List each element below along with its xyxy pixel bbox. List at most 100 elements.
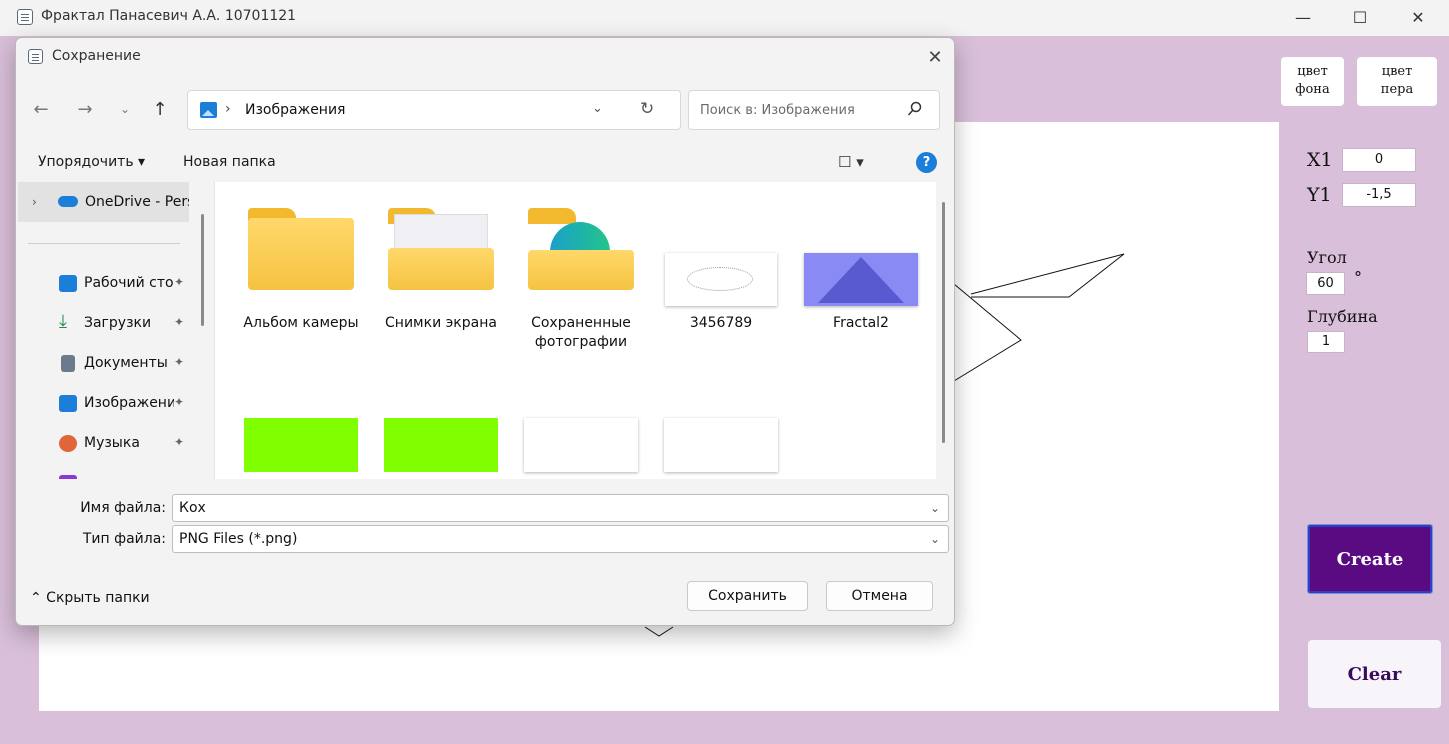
fractal-thumbnail-art bbox=[687, 267, 753, 291]
sidebar-item-downloads[interactable]: ⤓ Загрузки ✦ bbox=[16, 305, 191, 341]
image-thumbnail bbox=[384, 418, 498, 472]
documents-icon bbox=[61, 355, 75, 372]
image-thumbnail bbox=[804, 253, 918, 306]
depth-input[interactable]: 1 bbox=[1307, 331, 1345, 353]
sidebar-item-documents[interactable]: Документы ✦ bbox=[16, 345, 191, 381]
video-icon bbox=[59, 475, 77, 479]
clear-button[interactable]: Clear bbox=[1308, 640, 1441, 708]
fractal-segment-top bbox=[970, 253, 1125, 298]
breadcrumb-separator: › bbox=[225, 101, 231, 117]
app-icon bbox=[17, 9, 33, 25]
sidebar-item-pictures[interactable]: Изображения ✦ bbox=[16, 385, 191, 421]
sidebar-item-label: Изображения bbox=[84, 395, 174, 411]
new-folder-button[interactable]: Новая папка bbox=[183, 154, 276, 170]
back-arrow-icon[interactable]: ← bbox=[28, 96, 54, 122]
file-list-scrollbar[interactable] bbox=[942, 202, 945, 443]
sidebar-item-music[interactable]: Музыка ✦ bbox=[16, 425, 191, 461]
y1-label: Y1 bbox=[1307, 184, 1332, 206]
save-dialog: Сохранение ✕ ← → ⌄ ↑ › Изображения ⌄ ↻ П… bbox=[15, 37, 955, 626]
search-placeholder: Поиск в: Изображения bbox=[700, 103, 855, 118]
filename-row: Имя файла: Кох ⌄ bbox=[16, 494, 954, 524]
filetype-row: Тип файла: PNG Files (*.png) ⌄ bbox=[16, 525, 954, 555]
filename-value: Кох bbox=[179, 500, 206, 516]
expand-chevron-icon[interactable]: › bbox=[32, 195, 37, 209]
degree-sign: ° bbox=[1354, 268, 1362, 287]
image-thumbnail bbox=[524, 418, 638, 472]
pin-icon: ✦ bbox=[174, 395, 185, 409]
pin-icon: ✦ bbox=[174, 355, 185, 369]
x1-input[interactable]: 0 bbox=[1342, 148, 1416, 172]
recent-locations-chevron-icon[interactable]: ⌄ bbox=[112, 96, 138, 122]
pen-color-button[interactable]: цвет пера bbox=[1357, 57, 1437, 106]
filetype-value: PNG Files (*.png) bbox=[179, 531, 298, 547]
file-list: Альбом камеры Снимки экрана Сохраненные … bbox=[214, 182, 936, 479]
search-input[interactable]: Поиск в: Изображения bbox=[688, 90, 940, 130]
file-tile-label: 3456789 bbox=[689, 315, 753, 331]
fractal-segment-right bbox=[953, 283, 1022, 382]
image-tile-fractal2[interactable]: Fractal2 bbox=[792, 182, 930, 362]
organize-menu[interactable]: Упорядочить ▾ bbox=[38, 154, 145, 170]
download-icon: ⤓ bbox=[59, 311, 67, 332]
sidebar-divider bbox=[28, 243, 180, 244]
image-tile-white-1[interactable] bbox=[512, 414, 650, 479]
sidebar-item-label: Загрузки bbox=[84, 315, 152, 331]
file-tile-label: Fractal2 bbox=[833, 315, 889, 331]
navigation-pane: › OneDrive - Personal Рабочий стол ✦ ⤓ З… bbox=[16, 182, 214, 479]
image-thumbnail bbox=[664, 418, 778, 472]
dialog-close-button[interactable]: ✕ bbox=[921, 43, 949, 71]
up-arrow-icon[interactable]: ↑ bbox=[147, 96, 173, 122]
refresh-icon[interactable]: ↻ bbox=[640, 99, 654, 119]
pictures-folder-icon bbox=[200, 102, 217, 118]
sidebar-item-label: OneDrive - Personal bbox=[85, 194, 189, 210]
dialog-title: Сохранение bbox=[52, 48, 141, 64]
sidebar-scrollbar[interactable] bbox=[201, 214, 204, 326]
folder-tile-saved-pictures[interactable]: Сохраненные фотографии bbox=[512, 182, 650, 362]
address-dropdown-icon[interactable]: ⌄ bbox=[592, 101, 603, 116]
image-tile-green-2[interactable] bbox=[372, 414, 510, 479]
image-tile-3456789[interactable]: 3456789 bbox=[652, 182, 790, 362]
filetype-select[interactable]: PNG Files (*.png) ⌄ bbox=[172, 525, 949, 553]
image-tile-white-2[interactable] bbox=[652, 414, 790, 479]
cancel-button[interactable]: Отмена bbox=[826, 581, 933, 611]
angle-label: Угол bbox=[1307, 248, 1347, 267]
forward-arrow-icon[interactable]: → bbox=[72, 96, 98, 122]
file-tile-label: Сохраненные фотографии bbox=[531, 315, 631, 350]
window-title: Фрактал Панасевич А.А. 10701121 bbox=[41, 8, 297, 24]
folder-tile-screenshots[interactable]: Снимки экрана bbox=[372, 182, 510, 362]
sidebar-item-label: Документы bbox=[84, 355, 168, 371]
create-button[interactable]: Create bbox=[1307, 524, 1433, 594]
sierpinski-thumbnail-art bbox=[818, 257, 904, 303]
folder-tile-camera-roll[interactable]: Альбом камеры bbox=[232, 182, 370, 362]
minimize-button[interactable]: — bbox=[1272, 0, 1334, 34]
address-bar[interactable]: › Изображения ⌄ ↻ bbox=[187, 90, 681, 130]
view-options-icon[interactable]: ☐ ▾ bbox=[838, 153, 864, 171]
chevron-down-icon[interactable]: ⌄ bbox=[930, 532, 940, 546]
y1-input[interactable]: -1,5 bbox=[1342, 183, 1416, 207]
onedrive-cloud-icon bbox=[58, 196, 78, 207]
maximize-button[interactable]: ☐ bbox=[1329, 0, 1391, 34]
search-icon bbox=[907, 101, 922, 116]
depth-label: Глубина bbox=[1307, 307, 1378, 326]
fractal-segment-bottom bbox=[644, 626, 674, 637]
sidebar-item-desktop[interactable]: Рабочий стол ✦ bbox=[16, 265, 191, 301]
pin-icon: ✦ bbox=[174, 315, 185, 329]
chevron-down-icon[interactable]: ⌄ bbox=[930, 501, 940, 515]
save-button[interactable]: Сохранить bbox=[687, 581, 808, 611]
dialog-app-icon bbox=[28, 49, 43, 64]
sidebar-item-onedrive[interactable]: › OneDrive - Personal bbox=[18, 182, 189, 222]
desktop-icon bbox=[59, 275, 77, 292]
breadcrumb-pictures[interactable]: Изображения bbox=[245, 102, 345, 118]
dialog-toolbar: Упорядочить ▾ Новая папка ☐ ▾ ? bbox=[16, 144, 954, 180]
sidebar-item-label: Музыка bbox=[84, 435, 140, 451]
sidebar-item-video[interactable] bbox=[16, 465, 191, 479]
bg-color-button[interactable]: цвет фона bbox=[1281, 57, 1344, 106]
image-tile-green-1[interactable] bbox=[232, 414, 370, 479]
hide-folders-toggle[interactable]: ⌃ Скрыть папки bbox=[30, 590, 150, 606]
folder-icon bbox=[248, 208, 354, 290]
filename-input[interactable]: Кох ⌄ bbox=[172, 494, 949, 522]
close-button[interactable]: ✕ bbox=[1387, 0, 1449, 34]
image-thumbnail bbox=[244, 418, 358, 472]
angle-input[interactable]: 60 bbox=[1306, 272, 1345, 295]
music-icon bbox=[59, 435, 77, 452]
help-icon[interactable]: ? bbox=[916, 152, 937, 173]
